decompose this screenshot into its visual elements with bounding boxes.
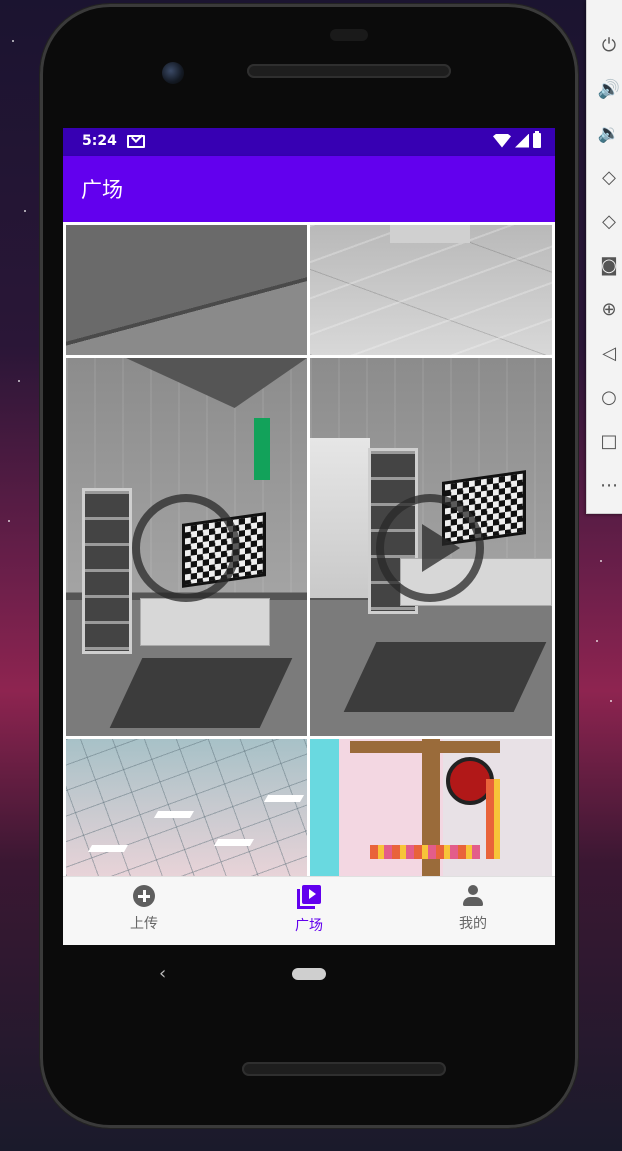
front-camera xyxy=(162,62,184,84)
tile-detail xyxy=(390,225,470,243)
camera-icon[interactable]: ◙ xyxy=(597,254,621,278)
nav-label-upload: 上传 xyxy=(130,916,158,932)
home-icon[interactable]: ○ xyxy=(597,386,621,410)
play-triangle-icon xyxy=(422,524,460,572)
mail-icon xyxy=(127,135,145,148)
tile-detail xyxy=(370,845,480,859)
grid-tile[interactable] xyxy=(66,225,307,355)
nav-item-mine[interactable]: 我的 xyxy=(413,885,533,933)
tile-detail xyxy=(254,418,270,480)
earpiece-top xyxy=(330,29,368,41)
add-circle-icon xyxy=(133,885,155,907)
grid-tile-video[interactable] xyxy=(310,358,552,736)
volume-up-icon[interactable]: 🔊 xyxy=(597,78,621,102)
bookshelf xyxy=(82,488,132,654)
rotate-right-icon[interactable]: ◇ xyxy=(597,210,621,234)
play-button-icon[interactable] xyxy=(132,494,240,602)
video-library-icon xyxy=(297,885,321,909)
page-title: 广场 xyxy=(81,178,123,202)
status-time: 5:24 xyxy=(82,133,117,149)
tile-detail xyxy=(126,358,307,408)
rotate-left-icon[interactable]: ◇ xyxy=(597,166,621,190)
home-pill-button[interactable] xyxy=(292,968,326,980)
person-icon xyxy=(462,885,484,907)
grid-tile[interactable] xyxy=(310,225,552,355)
media-grid xyxy=(63,222,555,876)
ceiling-light xyxy=(263,795,305,802)
status-bar: 5:24 xyxy=(63,128,555,156)
speaker-top xyxy=(247,64,451,78)
signal-icon xyxy=(515,133,529,148)
grid-tile-video[interactable] xyxy=(66,358,307,736)
wifi-icon xyxy=(493,133,511,148)
overview-icon[interactable]: □ xyxy=(597,430,621,454)
battery-icon xyxy=(533,131,541,148)
window xyxy=(310,438,370,598)
system-navigation: ‹ xyxy=(63,945,555,1001)
bottom-navigation: 上传 广场 我的 xyxy=(63,876,555,945)
tile-detail xyxy=(486,779,500,859)
volume-down-icon[interactable]: 🔉 xyxy=(597,122,621,146)
nav-label-square: 广场 xyxy=(295,918,323,934)
ceiling-light xyxy=(153,811,195,818)
zoom-icon[interactable]: ⊕ xyxy=(597,298,621,322)
nav-item-square[interactable]: 广场 xyxy=(249,885,369,935)
back-chevron-icon[interactable]: ‹ xyxy=(159,963,166,984)
rug xyxy=(109,658,293,728)
tv-cabinet xyxy=(140,598,270,646)
ceiling-light xyxy=(87,845,129,852)
nav-item-upload[interactable]: 上传 xyxy=(84,885,204,933)
status-icons xyxy=(493,131,541,148)
power-icon[interactable]: ⏻ xyxy=(597,34,621,58)
more-icon[interactable]: ⋯ xyxy=(597,474,621,498)
grid-tile[interactable] xyxy=(310,739,552,876)
ceiling-light xyxy=(213,839,255,846)
nav-label-mine: 我的 xyxy=(459,916,487,932)
emulator-toolbar: ⏻ 🔊 🔉 ◇ ◇ ◙ ⊕ ◁ ○ □ ⋯ xyxy=(586,0,622,514)
speaker-bottom xyxy=(242,1062,446,1076)
back-icon[interactable]: ◁ xyxy=(597,342,621,366)
rug xyxy=(343,642,547,712)
app-bar: 广场 xyxy=(63,156,555,222)
grid-tile[interactable] xyxy=(66,739,307,876)
device-screen: 5:24 广场 上传 广场 我的 xyxy=(63,128,555,945)
